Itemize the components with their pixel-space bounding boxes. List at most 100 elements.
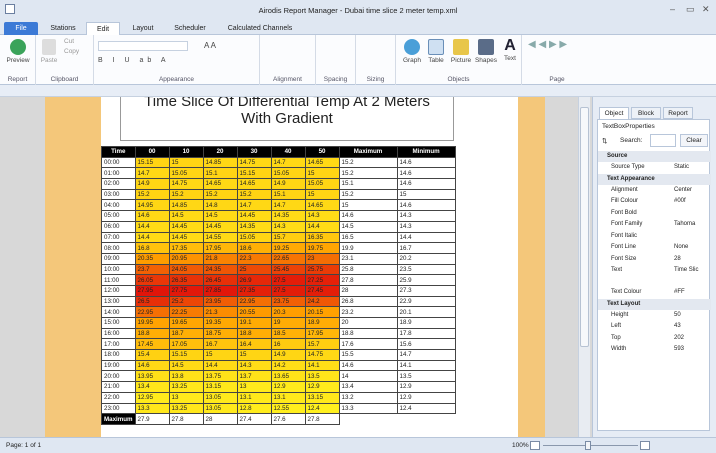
font-grow-icon[interactable]: A A bbox=[204, 41, 216, 50]
tab-calculated-channels[interactable]: Calculated Channels bbox=[222, 22, 298, 35]
maximize-icon[interactable]: ▭ bbox=[686, 4, 695, 15]
property-row[interactable]: Fill Colour #00f bbox=[598, 196, 711, 207]
value-cell: 12.4 bbox=[304, 402, 340, 415]
max-cell: 28 bbox=[338, 284, 398, 297]
table-row: 15:00 19.95 19.65 19.35 19.1 19 18.9 20 18.9 bbox=[101, 317, 456, 329]
property-row[interactable]: Height 50 bbox=[598, 310, 711, 321]
value-cell: 26.45 bbox=[202, 274, 238, 286]
tab-object[interactable]: Object bbox=[599, 107, 629, 119]
property-value[interactable]: 202 bbox=[674, 333, 710, 344]
max-cell: 15 bbox=[338, 199, 398, 212]
property-row[interactable]: Font Line None bbox=[598, 242, 711, 253]
property-value[interactable]: None bbox=[674, 242, 710, 253]
value-cell: 15.2 bbox=[236, 188, 272, 201]
time-cell: 10:00 bbox=[101, 263, 136, 276]
minimize-icon[interactable]: – bbox=[670, 4, 675, 14]
value-cell: 14.5 bbox=[168, 359, 204, 372]
tab-block[interactable]: Block bbox=[631, 107, 661, 119]
tab-scheduler[interactable]: Scheduler bbox=[168, 22, 212, 35]
property-row[interactable]: Font Italic bbox=[598, 231, 711, 242]
property-category[interactable]: Text Layout bbox=[598, 298, 711, 310]
time-cell: 02:00 bbox=[101, 178, 136, 190]
value-cell: 12.9 bbox=[270, 381, 306, 393]
max-cell: 13.2 bbox=[338, 391, 398, 404]
report-title-textbox[interactable]: Time Slice Of Differential Temp At 2 Met… bbox=[120, 97, 454, 141]
value-cell: 14.65 bbox=[304, 156, 340, 169]
tab-layout[interactable]: Layout bbox=[126, 22, 160, 35]
clear-button[interactable]: Clear bbox=[680, 134, 708, 147]
shapes-icon bbox=[478, 39, 494, 55]
property-row[interactable]: Top 202 bbox=[598, 333, 711, 344]
property-row[interactable]: Alignment Center bbox=[598, 185, 711, 196]
table-row: 09:00 20.35 20.95 21.8 22.3 22.65 23 23.1 20.2 bbox=[101, 252, 456, 265]
property-row[interactable]: Text Time Slic bbox=[598, 265, 711, 276]
property-value[interactable]: Static bbox=[674, 162, 710, 173]
vertical-scrollbar[interactable] bbox=[578, 97, 590, 437]
property-row[interactable]: Source Type Static bbox=[598, 162, 711, 173]
property-row[interactable]: Text Colour #FF bbox=[598, 287, 711, 298]
value-cell: 14.9 bbox=[270, 349, 306, 361]
time-cell: 23:00 bbox=[101, 402, 136, 415]
property-value[interactable]: #00f bbox=[674, 196, 710, 207]
copy-button[interactable]: Copy bbox=[64, 48, 79, 55]
property-grid: TextBoxProperties ⇅ Search: Clear Source… bbox=[597, 119, 711, 431]
column-header: 50 bbox=[304, 146, 340, 158]
min-cell: 14.6 bbox=[396, 167, 456, 180]
preview-button[interactable]: Preview bbox=[6, 39, 30, 64]
format-buttons[interactable]: B I U ab A bbox=[98, 57, 170, 64]
value-cell: 20.15 bbox=[304, 306, 340, 318]
value-cell: 13.15 bbox=[202, 381, 238, 393]
scroll-thumb[interactable] bbox=[580, 107, 589, 347]
text-button[interactable]: A Text bbox=[500, 37, 520, 62]
value-cell: 14.3 bbox=[236, 359, 272, 372]
table-row: 17:00 17.45 17.05 16.7 16.4 16 15.7 17.6 15.6 bbox=[101, 338, 456, 351]
property-header: TextBoxProperties bbox=[602, 123, 655, 130]
search-input[interactable] bbox=[650, 134, 676, 147]
min-cell: 15.6 bbox=[396, 338, 456, 351]
value-cell: 14.3 bbox=[270, 220, 306, 233]
tab-report[interactable]: Report bbox=[663, 107, 693, 119]
property-row[interactable]: Font Size 28 bbox=[598, 254, 711, 265]
close-icon[interactable]: ✕ bbox=[702, 4, 710, 15]
page-nav-icons[interactable]: ◀ ◀ ▶ ▶ bbox=[528, 39, 567, 50]
shapes-button[interactable]: Shapes bbox=[474, 39, 498, 64]
graph-button[interactable]: Graph bbox=[402, 39, 422, 64]
property-value[interactable]: Center bbox=[674, 185, 710, 196]
property-row[interactable]: Font Bold bbox=[598, 208, 711, 219]
min-cell: 14.3 bbox=[396, 220, 456, 233]
min-cell: 12.4 bbox=[396, 402, 456, 415]
property-category[interactable]: Source bbox=[598, 151, 711, 162]
picture-button[interactable]: Picture bbox=[449, 39, 473, 64]
property-value[interactable]: 593 bbox=[674, 344, 710, 355]
report-canvas[interactable]: Time Slice Of Differential Temp At 2 Met… bbox=[0, 97, 592, 437]
property-row[interactable]: Width 593 bbox=[598, 344, 711, 355]
value-cell: 27.75 bbox=[168, 284, 204, 297]
tab-edit[interactable]: Edit bbox=[86, 22, 120, 35]
report-table[interactable]: Time 00 10 20 30 40 50 Maximum Minimum 00:00 15.1… bbox=[101, 146, 456, 425]
property-value[interactable]: #FF bbox=[674, 287, 710, 298]
property-value[interactable]: Time Slic bbox=[674, 265, 710, 276]
zoom-out-button[interactable] bbox=[530, 441, 540, 450]
zoom-in-button[interactable] bbox=[640, 441, 650, 450]
property-row[interactable]: Left 43 bbox=[598, 321, 711, 332]
paste-button[interactable]: Paste bbox=[38, 39, 60, 64]
property-category[interactable]: Text Appearance bbox=[598, 173, 711, 185]
value-cell: 15.05 bbox=[236, 231, 272, 244]
tab-file[interactable]: File bbox=[4, 22, 38, 35]
cut-button[interactable]: Cut bbox=[64, 38, 74, 45]
table-row: 13:00 26.5 25.2 23.95 22.95 23.75 24.2 26.8 22.9 bbox=[101, 295, 456, 308]
graph-icon bbox=[404, 39, 420, 55]
value-cell: 13.5 bbox=[304, 370, 340, 383]
font-family-select[interactable] bbox=[98, 41, 188, 51]
time-cell: 21:00 bbox=[101, 381, 136, 393]
tab-stations[interactable]: Stations bbox=[46, 22, 80, 35]
property-row[interactable]: Font Family Tahoma bbox=[598, 219, 711, 230]
column-header: 00 bbox=[134, 146, 170, 158]
table-icon bbox=[428, 39, 444, 55]
zoom-slider-thumb[interactable] bbox=[585, 441, 591, 450]
property-value[interactable]: 50 bbox=[674, 310, 710, 321]
property-value[interactable]: 43 bbox=[674, 321, 710, 332]
property-value[interactable]: 28 bbox=[674, 254, 710, 265]
property-value[interactable]: Tahoma bbox=[674, 219, 710, 230]
table-button[interactable]: Table bbox=[425, 39, 447, 64]
